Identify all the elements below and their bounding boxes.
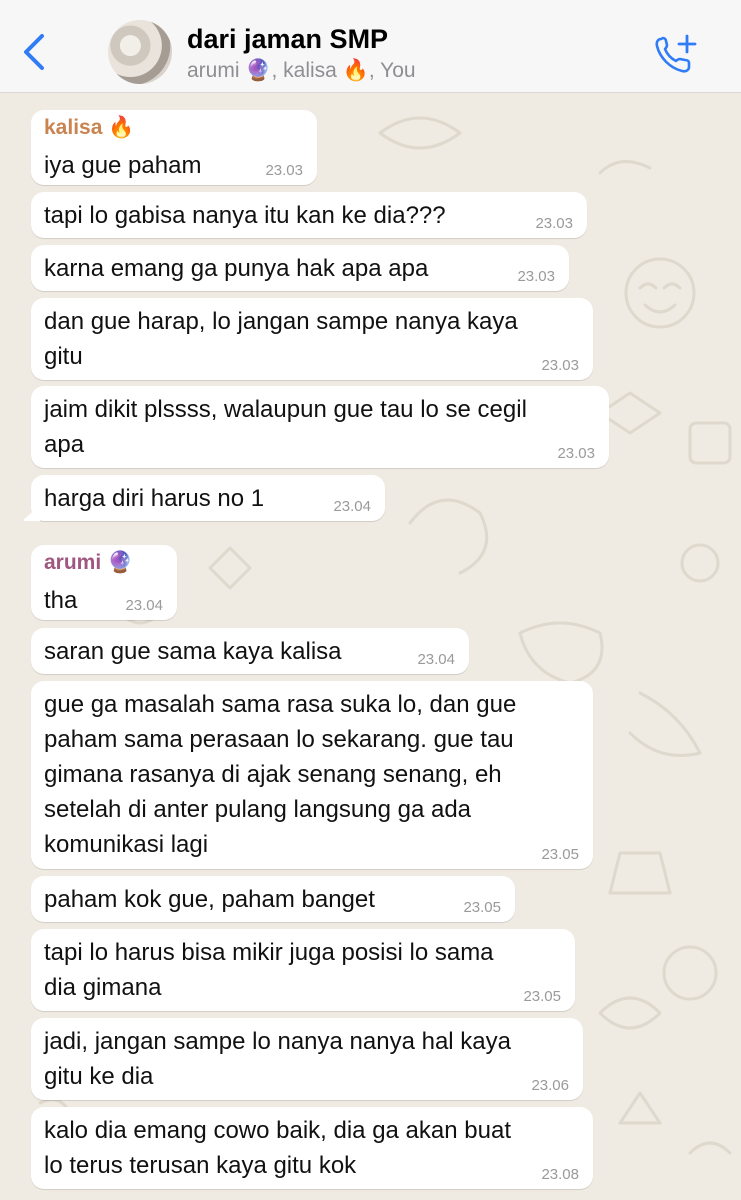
message-timestamp: 23.05 [463, 899, 501, 916]
add-call-icon[interactable] [652, 33, 698, 77]
message-bubble[interactable]: karna emang ga punya hak apa apa 23.03 [31, 245, 569, 291]
group-avatar[interactable] [108, 20, 172, 84]
message-timestamp: 23.06 [531, 1077, 569, 1094]
group-name[interactable]: dari jaman SMP [187, 24, 388, 55]
message-timestamp: 23.05 [523, 988, 561, 1005]
message-timestamp: 23.04 [417, 651, 455, 668]
message-timestamp: 23.04 [125, 597, 163, 614]
message-bubble[interactable]: jadi, jangan sampe lo nanya nanya hal ka… [31, 1018, 583, 1100]
message-text: tha [44, 587, 78, 614]
message-bubble[interactable]: jaim dikit plssss, walaupun gue tau lo s… [31, 386, 609, 468]
group-members[interactable]: arumi 🔮, kalisa 🔥, You [187, 59, 416, 83]
message-timestamp: 23.03 [535, 215, 573, 232]
message-bubble[interactable]: kalo dia emang cowo baik, dia ga akan bu… [31, 1107, 593, 1189]
message-sender[interactable]: kalisa 🔥 [44, 116, 134, 140]
message-bubble[interactable]: tapi lo gabisa nanya itu kan ke dia??? 23… [31, 192, 587, 238]
message-bubble[interactable]: arumi 🔮 tha 23.04 [31, 545, 177, 620]
message-sender[interactable]: arumi 🔮 [44, 551, 133, 575]
message-timestamp: 23.08 [541, 1166, 579, 1183]
message-bubble[interactable]: saran gue sama kaya kalisa 23.04 [31, 628, 469, 674]
message-text: harga diri harus no 1 [44, 485, 265, 512]
chevron-left-icon[interactable] [18, 30, 52, 74]
message-timestamp: 23.04 [333, 498, 371, 515]
message-bubble[interactable]: kalisa 🔥 iya gue paham 23.03 [31, 110, 317, 185]
message-text: jaim dikit plssss, walaupun gue tau lo s… [44, 396, 527, 458]
message-text: tapi lo harus bisa mikir juga posisi lo … [44, 939, 494, 1001]
message-text: kalo dia emang cowo baik, dia ga akan bu… [44, 1117, 511, 1179]
message-bubble[interactable]: dan gue harap, lo jangan sampe nanya kay… [31, 298, 593, 380]
message-text: karna emang ga punya hak apa apa [44, 255, 429, 282]
message-timestamp: 23.03 [517, 268, 555, 285]
message-timestamp: 23.03 [265, 162, 303, 179]
message-timestamp: 23.03 [541, 357, 579, 374]
message-text: jadi, jangan sampe lo nanya nanya hal ka… [44, 1028, 511, 1090]
message-text: paham kok gue, paham banget [44, 886, 375, 913]
message-text: gue ga masalah sama rasa suka lo, dan gu… [44, 691, 517, 858]
message-text: dan gue harap, lo jangan sampe nanya kay… [44, 308, 518, 370]
message-text: saran gue sama kaya kalisa [44, 638, 342, 665]
message-bubble[interactable]: tapi lo harus bisa mikir juga posisi lo … [31, 929, 575, 1011]
chat-header: dari jaman SMP arumi 🔮, kalisa 🔥, You [0, 0, 741, 93]
message-bubble[interactable]: harga diri harus no 1 23.04 [31, 475, 385, 521]
message-timestamp: 23.03 [557, 445, 595, 462]
message-timestamp: 23.05 [541, 846, 579, 863]
message-text: iya gue paham [44, 152, 202, 179]
message-text: tapi lo gabisa nanya itu kan ke dia??? [44, 202, 446, 229]
message-bubble[interactable]: gue ga masalah sama rasa suka lo, dan gu… [31, 681, 593, 869]
message-bubble[interactable]: paham kok gue, paham banget 23.05 [31, 876, 515, 922]
